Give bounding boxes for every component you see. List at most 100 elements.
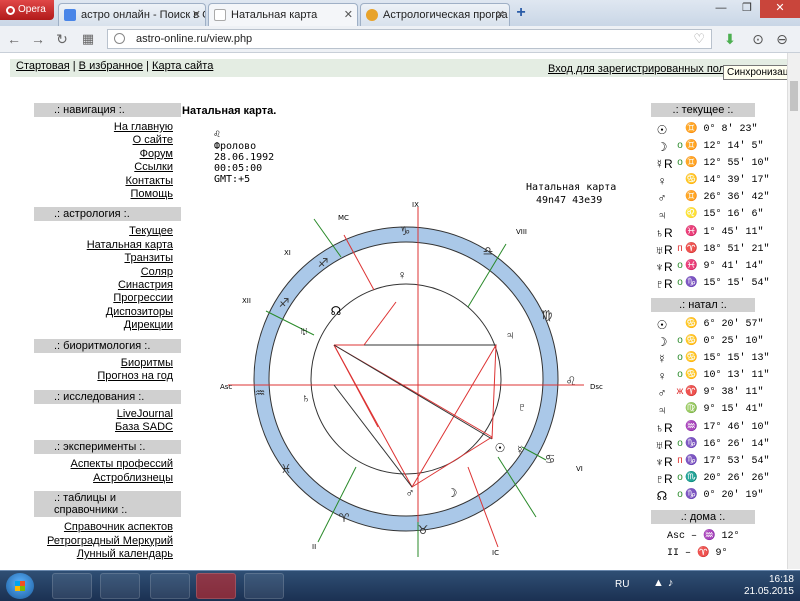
tab-astro-program[interactable]: Астрологическая програ ✕ [360,3,510,26]
speed-dial-icon[interactable]: ▦ [78,29,98,49]
sidebar-section-header: .: таблицы и справочники :. [34,491,181,518]
start-button[interactable] [6,573,34,599]
planet-position: ♊ 0° 8' 23" [685,124,758,135]
sidebar-link[interactable]: Соляр [34,266,181,279]
planet-position: ♑ 15° 15' 54" [685,277,770,289]
clock-time: 16:18 [768,574,794,585]
house-viii: VIII [516,228,527,236]
leo-glyph: ♌ [566,374,577,388]
link-favorites[interactable]: В избранное [79,60,143,72]
planet-glyph: ☿ [657,352,667,367]
planet-position: ♊ 12° 14' 5" [685,141,764,153]
word-icon[interactable] [244,573,284,599]
back-icon[interactable]: ← [4,29,24,49]
reload-icon[interactable]: ↻ [52,29,72,49]
link-sitemap[interactable]: Карта сайта [152,60,213,72]
houses-section-header: .: дома :. [651,509,755,524]
planet-status: ж [676,386,684,398]
uranus-chart-icon: ♅ [300,324,309,338]
sidebar-link[interactable]: Аспекты профессий [34,458,181,471]
sidebar-link[interactable]: Синастрия [34,279,181,292]
planet-glyph: ♂ [657,386,667,401]
sidebar-link[interactable]: Ретроградный Меркурий [34,535,181,548]
house-mc: MC [338,214,349,222]
close-tab-icon[interactable]: ✕ [192,4,201,26]
media-player-icon[interactable] [150,573,190,599]
sidebar-link[interactable]: Лунный календарь [34,548,181,561]
new-tab-button[interactable]: + [512,3,530,23]
natal-section-header: .: натал :. [651,297,755,312]
sidebar-link[interactable]: На главную [34,121,181,134]
planet-row: ♄R ♒ 17° 46' 10" [651,419,769,436]
sidebar-link[interactable]: LiveJournal [34,408,181,421]
maximize-icon[interactable]: ❐ [734,0,760,18]
sidebar-link[interactable]: Ссылки [34,161,181,174]
sidebar-link[interactable]: Астроблизнецы [34,472,181,485]
page-icon [214,9,226,21]
sidebar-link[interactable]: Текущее [34,225,181,238]
tab-natal-chart[interactable]: Натальная карта ✕ [208,3,358,26]
chart-symbol: ♌ [214,129,220,140]
tab-label: Астрологическая програ [383,9,508,21]
planet-row: ☊ o ♑ 0° 20' 19" [651,487,764,504]
planet-status: o [677,335,683,347]
sidebar-link-label: Прогрессии [113,292,173,305]
sidebar-link[interactable]: Транзиты [34,252,181,265]
sidebar-link-label: Лунный календарь [76,547,173,560]
close-tab-icon[interactable]: ✕ [496,4,505,26]
sidebar-link[interactable]: О сайте [34,134,181,147]
volume-icon[interactable]: ♪ [668,577,678,589]
opera-menu-button[interactable]: Opera [0,0,54,20]
download-icon[interactable]: ⬇ [720,29,740,49]
sidebar-link[interactable]: Справочник аспектов [34,521,181,534]
sidebar-link[interactable]: База SADC [34,421,181,434]
virgo-glyph: ♍ [542,308,553,322]
libra-glyph: ♎ [483,244,494,258]
opera-taskbar-icon[interactable] [196,573,236,599]
pisces-glyph: ♓ [281,462,292,476]
page-scrollbar[interactable] [787,53,800,569]
planet-row: ☿R o ♊ 12° 55' 10" [651,155,769,172]
sidebar-group: .: исследования :. LiveJournal База SADC [34,389,181,435]
planet-position: ♍ 9° 15' 41" [685,404,764,416]
house-vi: VI [576,465,583,473]
forward-icon[interactable]: → [28,29,48,49]
sidebar-link[interactable]: Биоритмы [34,357,181,370]
sidebar-link-label: Ретроградный Меркурий [47,534,173,547]
sidebar-link[interactable]: Дирекции [34,319,181,332]
close-window-icon[interactable]: ✕ [760,0,800,18]
planet-position: ♑ 0° 20' 19" [685,489,764,501]
house-dsc: Dsc [590,383,603,391]
sidebar-link[interactable]: Помощь [34,188,181,201]
sidebar-link[interactable]: Натальная карта [34,239,181,252]
opera-sync-icon[interactable]: ⊖ [772,29,792,49]
sidebar-link[interactable]: Форум [34,148,181,161]
link-start[interactable]: Стартовая [16,60,70,72]
planet-glyph: ♀ [657,174,667,189]
sidebar-link-label: Помощь [130,188,174,201]
login-link[interactable]: Вход для зарегистрированных польз [548,63,736,75]
sidebar-link[interactable]: Контакты [34,175,181,188]
downloads-panel-icon[interactable]: ⊙ [748,29,768,49]
language-indicator[interactable]: RU [615,579,629,590]
address-field[interactable]: astro-online.ru/view.php ♡ [107,29,712,49]
tab-google-search[interactable]: астро онлайн - Поиск в G ✕ [58,3,206,26]
current-section-header: .: текущее :. [651,103,755,117]
page-title: Натальная карта. [182,105,277,117]
planet-row: ♅R o ♑ 16° 26' 14" [651,436,769,453]
file-explorer-icon[interactable] [100,573,140,599]
network-icon[interactable]: ▲ [653,577,668,589]
saturn-chart-icon: ♄ [302,391,311,405]
sidebar-link[interactable]: Диспозиторы [34,306,181,319]
planet-row: ☽ o ♋ 0° 25' 10" [651,333,764,350]
sidebar-link[interactable]: Прогрессии [34,292,181,305]
sidebar-link[interactable]: Прогноз на год [34,370,181,383]
clock[interactable]: 16:18 21.05.2015 [744,574,794,598]
bookmark-heart-icon[interactable]: ♡ [693,30,705,48]
scrollbar-thumb[interactable] [790,81,798,111]
internet-explorer-icon[interactable] [52,573,92,599]
close-tab-icon[interactable]: ✕ [344,4,353,26]
pluto-chart-icon: ♇ [518,400,527,414]
minimize-icon[interactable]: — [708,0,734,18]
sidebar-link-label: Ссылки [134,161,173,174]
